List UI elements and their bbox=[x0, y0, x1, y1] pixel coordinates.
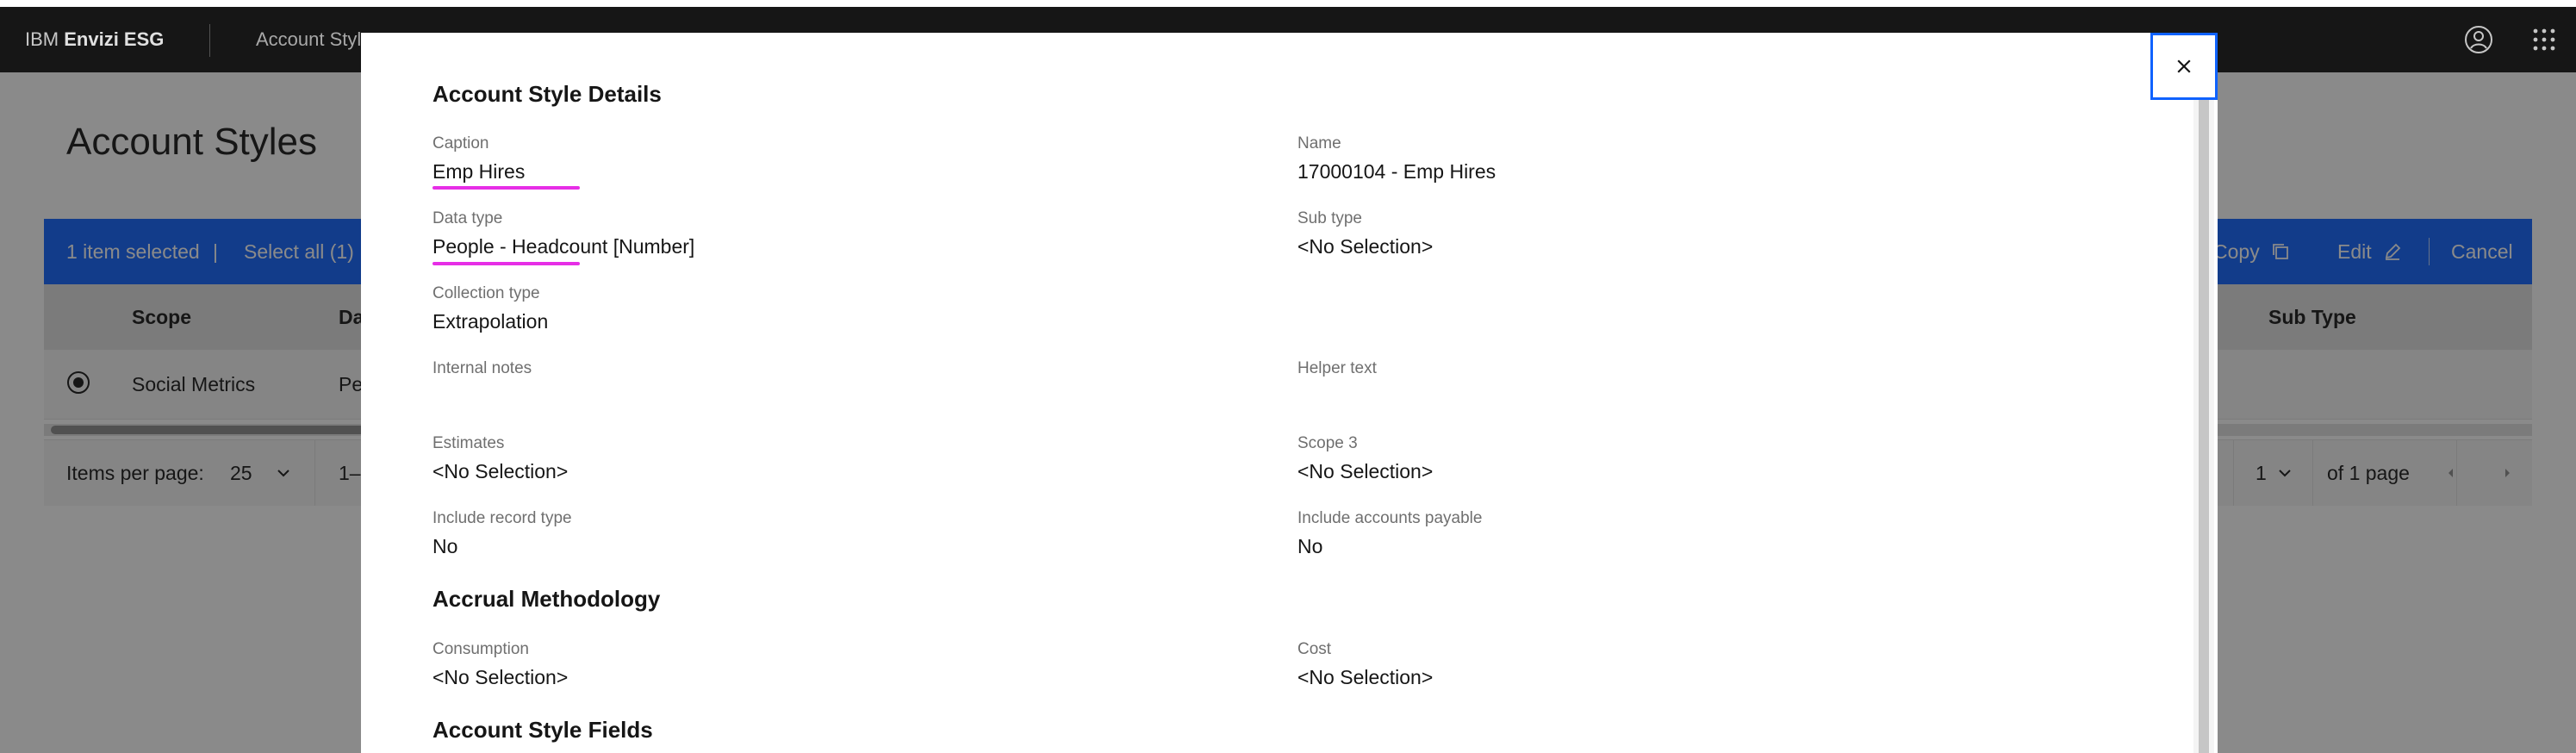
data-type-label: Data type bbox=[432, 209, 503, 227]
internal-notes-label: Internal notes bbox=[432, 359, 532, 377]
section-title-fields: Account Style Fields bbox=[432, 717, 653, 743]
header-divider bbox=[209, 24, 210, 57]
scope3-value: <No Selection> bbox=[1297, 460, 1434, 482]
include-record-type-label: Include record type bbox=[432, 509, 572, 527]
name-value: 17000104 - Emp Hires bbox=[1297, 160, 1496, 183]
caption-label: Caption bbox=[432, 134, 489, 152]
collection-type-value: Extrapolation bbox=[432, 310, 549, 333]
user-avatar-icon[interactable] bbox=[2461, 22, 2496, 57]
modal-close-button[interactable] bbox=[2150, 33, 2218, 100]
estimates-label: Estimates bbox=[432, 434, 505, 452]
sub-type-label: Sub type bbox=[1297, 209, 1362, 227]
caption-highlight-underline bbox=[432, 186, 580, 190]
section-title-accrual: Accrual Methodology bbox=[432, 586, 661, 612]
brand-name: Envizi ESG bbox=[64, 28, 165, 50]
include-accounts-payable-label: Include accounts payable bbox=[1297, 509, 1483, 527]
account-style-modal: Account Style Details Caption Emp Hires … bbox=[361, 33, 2218, 753]
name-label: Name bbox=[1297, 134, 1341, 152]
data-type-highlight-underline bbox=[432, 262, 580, 265]
app-switcher-icon[interactable] bbox=[2527, 22, 2561, 57]
collection-type-label: Collection type bbox=[432, 284, 540, 302]
cost-value: <No Selection> bbox=[1297, 666, 1434, 688]
data-type-value: People - Headcount [Number] bbox=[432, 235, 695, 258]
estimates-value: <No Selection> bbox=[432, 460, 569, 482]
section-title-details: Account Style Details bbox=[432, 81, 662, 107]
consumption-label: Consumption bbox=[432, 640, 529, 658]
brand-prefix: IBM bbox=[25, 28, 59, 50]
sub-type-value: <No Selection> bbox=[1297, 235, 1434, 258]
modal-vertical-scrollbar[interactable] bbox=[2193, 67, 2214, 753]
consumption-value: <No Selection> bbox=[432, 666, 569, 688]
helper-text-label: Helper text bbox=[1297, 359, 1377, 377]
scope3-label: Scope 3 bbox=[1297, 434, 1358, 452]
close-icon bbox=[2175, 58, 2193, 75]
modal-scrollbar-thumb[interactable] bbox=[2199, 72, 2209, 753]
caption-value: Emp Hires bbox=[432, 160, 526, 183]
include-accounts-payable-value: No bbox=[1297, 535, 1323, 557]
cost-label: Cost bbox=[1297, 640, 1332, 658]
include-record-type-value: No bbox=[432, 535, 458, 557]
brand-logo[interactable]: IBM Envizi ESG bbox=[25, 7, 164, 72]
